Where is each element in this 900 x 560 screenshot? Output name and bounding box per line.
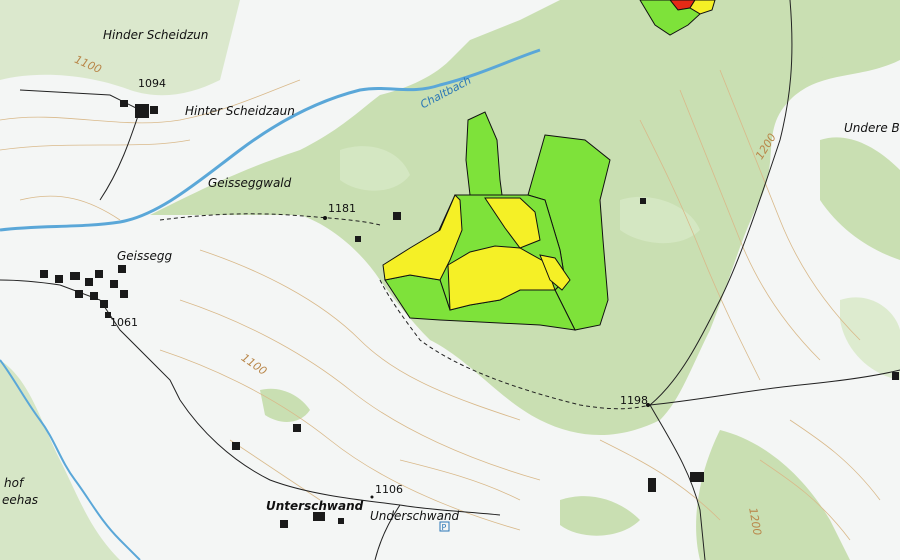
elevation-label-1061: 1061 [110, 316, 138, 329]
elevation-label-1181: 1181 [328, 202, 356, 215]
svg-text:P: P [442, 523, 447, 532]
place-label-hinder-scheidzun: Hinder Scheidzun [103, 28, 209, 42]
elevation-label-1106: 1106 [375, 483, 403, 496]
place-label-eehas: eehas [2, 493, 38, 507]
place-label-undere-br: Undere Br [844, 121, 900, 135]
place-label-underschwand: Underschwand [370, 509, 460, 523]
elevation-label-1198: 1198 [620, 394, 648, 407]
place-label-geisseggwald: Geisseggwald [208, 176, 292, 190]
place-label-hof: hof [4, 476, 24, 490]
place-label-hinter-scheidzaun: Hinter Scheidzaun [185, 104, 295, 118]
place-label-geissegg: Geissegg [117, 249, 173, 263]
elevation-label-1094: 1094 [138, 77, 166, 90]
place-label-unterschwand: Unterschwand [266, 499, 364, 513]
